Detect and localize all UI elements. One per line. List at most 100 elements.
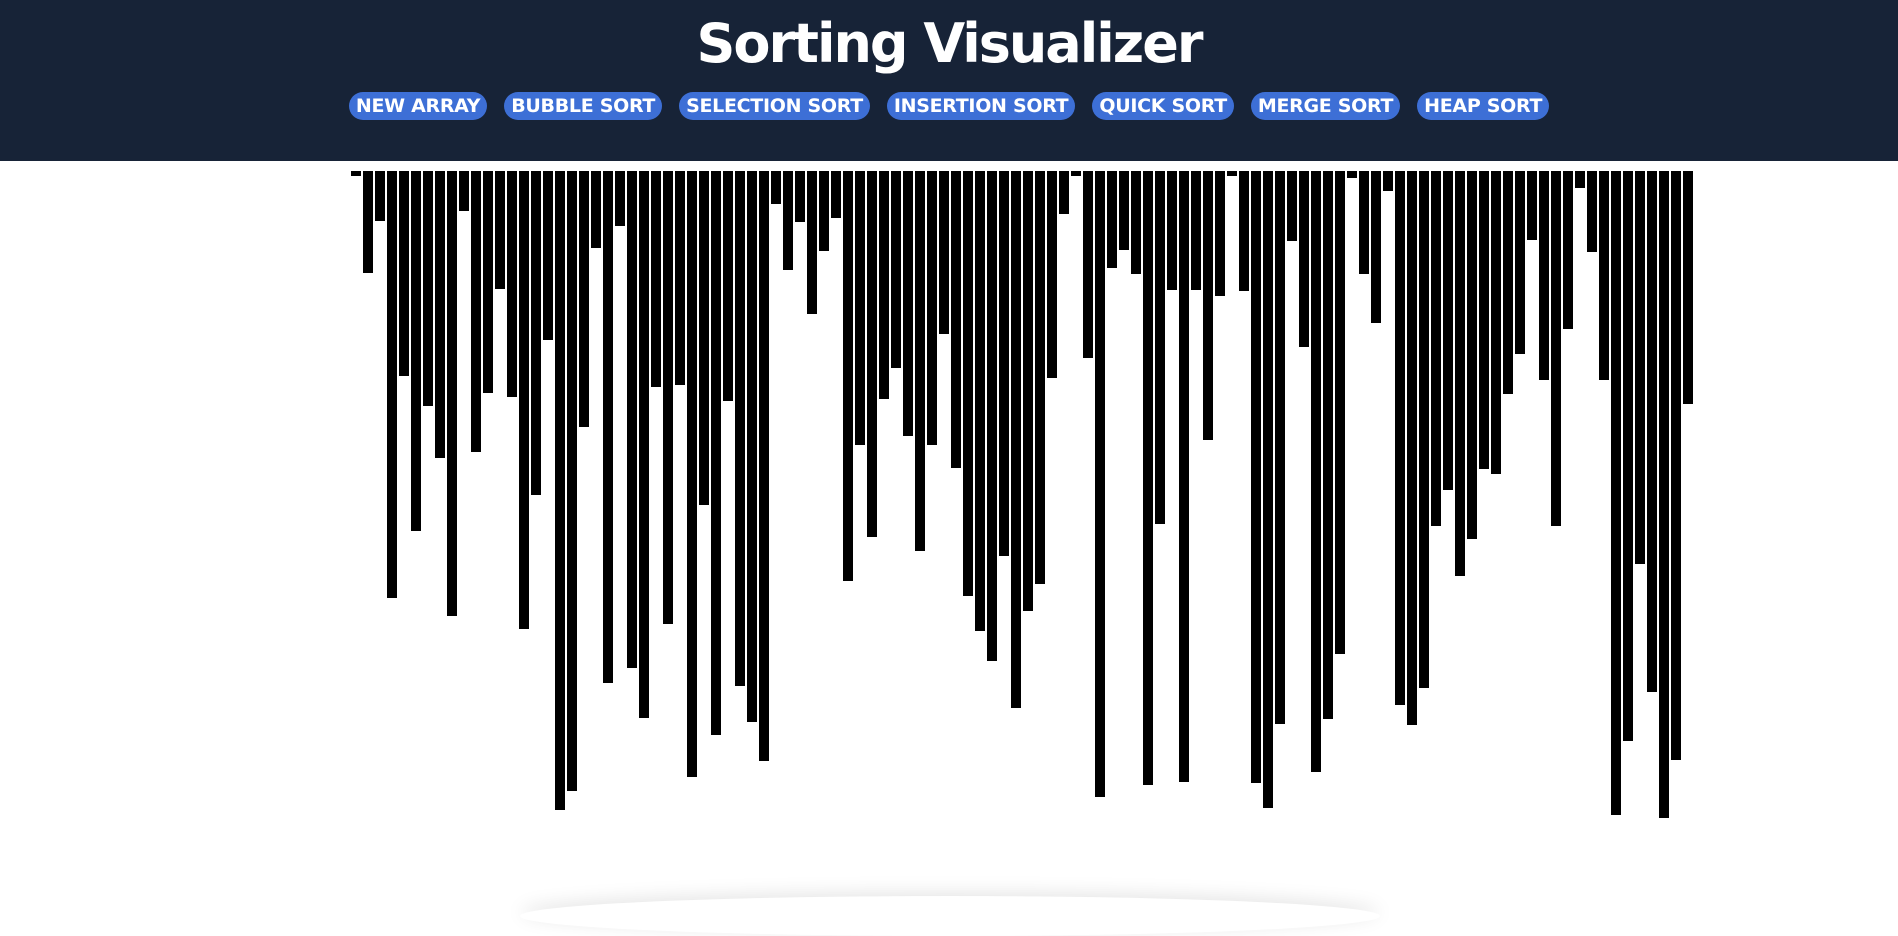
array-bar — [1203, 171, 1213, 440]
array-bar — [771, 171, 781, 204]
array-bar — [1647, 171, 1657, 692]
merge-sort-button[interactable]: MERGE SORT — [1250, 92, 1401, 120]
array-bar — [1599, 171, 1609, 380]
array-bar — [747, 171, 757, 722]
array-bar — [627, 171, 637, 668]
array-bar — [1311, 171, 1321, 772]
array-bar — [1287, 171, 1297, 241]
array-bar — [1359, 171, 1369, 274]
array-bar — [1419, 171, 1429, 688]
array-bar — [1563, 171, 1573, 329]
array-bar — [891, 171, 901, 368]
array-bar — [987, 171, 997, 661]
array-bar — [711, 171, 721, 735]
array-bar — [1035, 171, 1045, 584]
array-bar — [1167, 171, 1177, 290]
array-bar — [783, 171, 793, 270]
array-bar — [1443, 171, 1453, 490]
array-bar — [975, 171, 985, 631]
array-bar — [1527, 171, 1537, 240]
array-bar — [1119, 171, 1129, 250]
array-bar — [855, 171, 865, 445]
array-bar — [687, 171, 697, 777]
app-title: Sorting Visualizer — [696, 12, 1204, 75]
array-bar — [1095, 171, 1105, 797]
array-bar — [1575, 171, 1585, 188]
array-bar — [435, 171, 445, 458]
array-bar — [423, 171, 433, 406]
array-bar — [1623, 171, 1633, 741]
array-bar — [1227, 171, 1237, 176]
array-bar — [1635, 171, 1645, 564]
array-bar — [951, 171, 961, 468]
array-bar — [1155, 171, 1165, 524]
array-bar — [615, 171, 625, 226]
array-bar — [1515, 171, 1525, 354]
array-bar — [843, 171, 853, 581]
array-bar — [999, 171, 1009, 556]
array-bar — [1083, 171, 1093, 358]
array-bar — [675, 171, 685, 385]
array-bar — [387, 171, 397, 598]
array-bar — [567, 171, 577, 791]
array-bar — [495, 171, 505, 289]
array-bar — [1587, 171, 1597, 252]
array-bar — [1431, 171, 1441, 526]
array-bar — [831, 171, 841, 218]
array-bar — [351, 171, 361, 176]
array-bar — [1071, 171, 1081, 176]
bottom-panel-shadow — [520, 896, 1380, 936]
array-bar — [1407, 171, 1417, 725]
array-bar — [927, 171, 937, 445]
array-bar — [1383, 171, 1393, 191]
array-bar — [963, 171, 973, 596]
array-bar — [1263, 171, 1273, 808]
array-bar — [519, 171, 529, 629]
insertion-sort-button[interactable]: INSERTION SORT — [886, 92, 1076, 120]
array-bar — [1479, 171, 1489, 469]
array-bar — [807, 171, 817, 314]
array-bar — [411, 171, 421, 531]
array-bar — [507, 171, 517, 397]
array-bar — [1047, 171, 1057, 378]
array-bar — [1275, 171, 1285, 724]
array-bar — [543, 171, 553, 340]
array-bar — [795, 171, 805, 222]
array-bar — [1491, 171, 1501, 474]
array-bar — [1467, 171, 1477, 539]
array-bar — [1371, 171, 1381, 323]
array-bar — [735, 171, 745, 686]
array-bar — [591, 171, 601, 248]
array-bar — [363, 171, 373, 273]
array-bar — [1131, 171, 1141, 274]
array-bar — [1659, 171, 1669, 818]
array-bar — [1323, 171, 1333, 719]
array-bar — [1299, 171, 1309, 347]
array-bar — [531, 171, 541, 495]
new-array-button[interactable]: NEW ARRAY — [348, 92, 488, 120]
array-bar — [1023, 171, 1033, 611]
array-bar — [399, 171, 409, 376]
array-bar — [723, 171, 733, 401]
selection-sort-button[interactable]: SELECTION SORT — [679, 92, 870, 120]
array-bar — [1011, 171, 1021, 708]
array-bar — [483, 171, 493, 393]
array-bar — [555, 171, 565, 810]
array-bar — [1215, 171, 1225, 296]
array-bar — [375, 171, 385, 221]
array-bar — [1671, 171, 1681, 760]
quick-sort-button[interactable]: QUICK SORT — [1092, 92, 1234, 120]
array-bar — [1455, 171, 1465, 576]
array-bar — [915, 171, 925, 551]
array-bar — [699, 171, 709, 505]
array-bar — [1191, 171, 1201, 290]
heap-sort-button[interactable]: HEAP SORT — [1417, 92, 1550, 120]
array-bar — [1335, 171, 1345, 654]
array-bar — [1179, 171, 1189, 782]
array-bar — [1539, 171, 1549, 380]
array-bar — [1143, 171, 1153, 785]
array-bar — [471, 171, 481, 452]
bubble-sort-button[interactable]: BUBBLE SORT — [504, 92, 663, 120]
array-bar — [651, 171, 661, 387]
array-bar — [1503, 171, 1513, 394]
